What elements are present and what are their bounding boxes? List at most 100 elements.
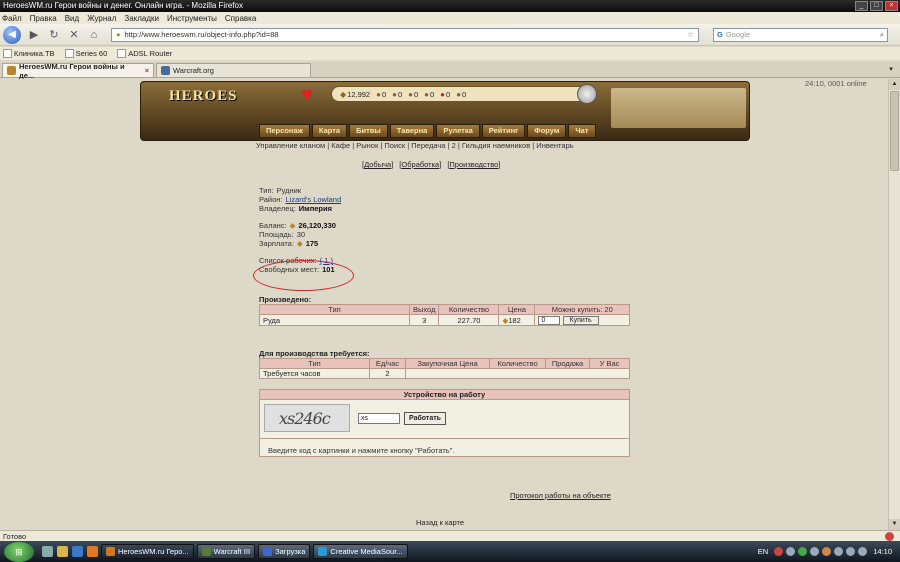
medal-icon[interactable] bbox=[577, 84, 597, 104]
menu-chat[interactable]: Чат bbox=[568, 124, 596, 138]
resource-sulfur: ● 0 bbox=[424, 89, 435, 99]
crystal-icon: ● bbox=[440, 89, 446, 99]
area-row: Площадь: 30 bbox=[259, 230, 306, 239]
bookmark-item[interactable]: Клиника.ТВ bbox=[3, 49, 55, 58]
district-row: Район: Lizard's Lowland bbox=[259, 195, 342, 204]
heroes-favicon-icon bbox=[7, 66, 16, 75]
home-icon[interactable]: ⌂ bbox=[87, 28, 101, 42]
table-row: Требуется часов 2 bbox=[259, 368, 630, 379]
bookmarks-toolbar: Клиника.ТВ Series 60 ADSL Router bbox=[0, 47, 900, 60]
menu-bookmarks[interactable]: Закладки bbox=[124, 14, 159, 23]
url-bar[interactable]: ● http://www.heroeswm.ru/object-info.php… bbox=[111, 27, 699, 42]
bookmark-item[interactable]: Series 60 bbox=[64, 49, 107, 58]
captcha-hint: Введите код с картинки и нажмите кнопку … bbox=[268, 446, 455, 455]
minimize-button[interactable]: _ bbox=[855, 1, 868, 11]
filter-processing[interactable]: [Обработка] bbox=[399, 160, 441, 169]
firefox-quick-icon[interactable] bbox=[87, 546, 98, 557]
scroll-down-icon[interactable]: ▼ bbox=[889, 519, 900, 530]
back-to-map-link[interactable]: Назад к карте bbox=[416, 518, 464, 527]
filter-production[interactable]: [Производство] bbox=[447, 160, 500, 169]
search-icon[interactable]: ⌕ bbox=[880, 30, 884, 40]
menu-roulette[interactable]: Рулетка bbox=[436, 124, 480, 138]
tray-icon[interactable] bbox=[822, 547, 832, 556]
menu-tavern[interactable]: Таверна bbox=[389, 124, 435, 138]
desktop-icon[interactable] bbox=[42, 546, 53, 557]
page-content: 24:10, 0001 online HEROES ♥ ◆ 12,992 ● 0 ●… bbox=[0, 79, 900, 530]
menu-tools[interactable]: Инструменты bbox=[167, 14, 217, 23]
buy-quantity-input[interactable]: 0 bbox=[538, 316, 561, 325]
scroll-up-icon[interactable]: ▲ bbox=[889, 79, 900, 90]
stop-icon[interactable]: ✕ bbox=[67, 28, 81, 42]
search-box[interactable]: G Google ⌕ bbox=[713, 27, 888, 42]
produced-table: Тип Выход Количество Цена Можно купить: … bbox=[259, 304, 630, 326]
col-quantity: Количество bbox=[489, 358, 546, 369]
addon-status-icon[interactable] bbox=[885, 532, 894, 541]
object-filters: [Добыча] [Обработка] [Производство] bbox=[362, 160, 500, 169]
bookmark-star-icon[interactable]: ☆ bbox=[687, 30, 694, 39]
buy-button[interactable]: Купить bbox=[562, 316, 599, 325]
menu-help[interactable]: Справка bbox=[225, 14, 256, 23]
close-tab-icon[interactable]: × bbox=[145, 66, 149, 75]
resource-gem: ● 0 bbox=[456, 89, 467, 99]
heroes-logo[interactable]: HEROES bbox=[169, 88, 239, 112]
reload-icon[interactable]: ↻ bbox=[47, 28, 61, 42]
work-button[interactable]: Работать bbox=[404, 412, 446, 425]
window-titlebar: HeroesWM.ru Герои войны и денег. Онлайн … bbox=[0, 0, 900, 12]
window-controls: _ □ × bbox=[855, 1, 898, 11]
explorer-icon[interactable] bbox=[57, 546, 68, 557]
task-downloads[interactable]: Загрузка bbox=[258, 544, 311, 559]
col-can-buy: Можно купить: 20 bbox=[534, 304, 630, 315]
job-title: Устройство на работу bbox=[260, 390, 629, 400]
district-link[interactable]: Lizard's Lowland bbox=[286, 195, 342, 204]
vertical-scrollbar[interactable]: ▲ ▼ bbox=[888, 79, 900, 530]
tray-icon[interactable] bbox=[774, 547, 784, 556]
menu-rating[interactable]: Рейтинг bbox=[481, 124, 526, 138]
task-warcraft[interactable]: Warcraft III bbox=[196, 544, 256, 559]
menu-map[interactable]: Карта bbox=[311, 124, 348, 138]
menu-history[interactable]: Журнал bbox=[87, 14, 116, 23]
menu-view[interactable]: Вид bbox=[65, 14, 79, 23]
menu-forum[interactable]: Форум bbox=[527, 124, 567, 138]
url-text: http://www.heroeswm.ru/object-info.php?i… bbox=[124, 30, 279, 39]
resource-ore: ● 0 bbox=[392, 89, 403, 99]
system-clock[interactable]: 14:10 bbox=[873, 547, 892, 556]
list-all-tabs-icon[interactable]: ▾ bbox=[886, 65, 896, 75]
work-log-link[interactable]: Протокол работы на объекте bbox=[510, 491, 611, 500]
tray-icons bbox=[774, 547, 868, 556]
cell-price: ◆182 bbox=[498, 314, 536, 326]
ore-icon: ● bbox=[392, 89, 397, 99]
captcha-input[interactable]: xs bbox=[358, 413, 400, 424]
tab-heroeswm[interactable]: HeroesWM.ru Герои войны и де... × bbox=[2, 62, 154, 80]
filter-extraction[interactable]: [Добыча] bbox=[362, 160, 393, 169]
back-button[interactable]: ◀ bbox=[3, 25, 21, 44]
window-title: HeroesWM.ru Герои войны и денег. Онлайн … bbox=[3, 1, 243, 10]
close-window-button[interactable]: × bbox=[885, 1, 898, 11]
tray-icon[interactable] bbox=[786, 547, 796, 556]
volume-icon[interactable] bbox=[846, 547, 856, 556]
cell-empty bbox=[405, 368, 630, 379]
bookmark-item[interactable]: ADSL Router bbox=[117, 49, 172, 58]
language-indicator[interactable]: EN bbox=[758, 547, 768, 556]
google-icon[interactable]: G bbox=[717, 30, 723, 39]
start-button[interactable]: ⊞ bbox=[4, 541, 34, 562]
task-creative[interactable]: Creative MediaSour... bbox=[313, 544, 408, 559]
task-firefox[interactable]: HeroesWM.ru Геро... bbox=[101, 544, 194, 559]
tray-icon[interactable] bbox=[798, 547, 808, 556]
tab-strip: HeroesWM.ru Герои войны и де... × Warcra… bbox=[0, 62, 900, 80]
gold-icon: ◆ bbox=[296, 239, 303, 248]
scroll-thumb[interactable] bbox=[890, 91, 899, 171]
tray-icon[interactable] bbox=[834, 547, 844, 556]
menu-character[interactable]: Персонаж bbox=[259, 124, 310, 138]
forward-icon[interactable]: ▶ bbox=[27, 28, 41, 42]
cell-per-hour: 2 bbox=[369, 368, 406, 379]
menu-battles[interactable]: Битвы bbox=[349, 124, 388, 138]
game-sub-links[interactable]: Управление кланом | Кафе | Рынок | Поиск… bbox=[256, 141, 574, 150]
network-icon[interactable] bbox=[858, 547, 868, 556]
menu-edit[interactable]: Правка bbox=[30, 14, 57, 23]
maximize-button[interactable]: □ bbox=[870, 1, 883, 11]
col-per-hour: Ед/час bbox=[369, 358, 406, 369]
menu-file[interactable]: Файл bbox=[2, 14, 22, 23]
media-icon[interactable] bbox=[72, 546, 83, 557]
tray-icon[interactable] bbox=[810, 547, 820, 556]
tab-warcraft[interactable]: Warcraft.org bbox=[156, 63, 311, 77]
